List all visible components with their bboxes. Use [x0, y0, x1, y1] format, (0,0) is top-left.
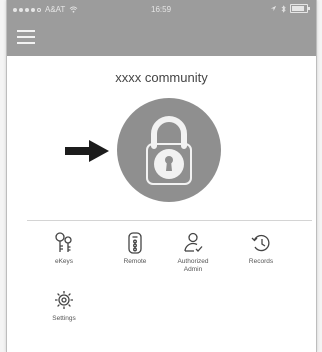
ekeys-label: eKeys: [54, 258, 74, 265]
phone-screen: A&AT 16:59 xxxx community eKeys Remote A…: [6, 0, 317, 352]
authorized-admin-icon: [184, 232, 203, 252]
hamburger-menu-icon[interactable]: [17, 30, 35, 46]
remote-label: Remote: [123, 258, 147, 265]
bluetooth-icon: [281, 4, 286, 13]
battery-icon: [290, 4, 310, 13]
settings-button[interactable]: Settings: [34, 288, 94, 323]
records-label: Records: [248, 258, 274, 265]
community-title: xxxx community: [115, 70, 208, 85]
authorized-admin-label: Authorized Admin: [177, 258, 209, 273]
status-time: 16:59: [151, 5, 172, 14]
status-right: [270, 4, 310, 13]
status-left: A&AT: [13, 5, 78, 14]
padlock-icon: [146, 116, 192, 185]
status-bar: A&AT 16:59: [7, 0, 316, 20]
carrier-name: A&AT: [45, 5, 66, 14]
signal-dots-icon: [13, 7, 41, 12]
location-icon: [270, 5, 277, 12]
records-icon: [251, 234, 270, 252]
authorized-admin-button[interactable]: Authorized Admin: [163, 231, 223, 274]
arrow-right-icon: [65, 140, 109, 162]
ekeys-button[interactable]: eKeys: [34, 231, 94, 266]
top-bar: A&AT 16:59: [7, 0, 316, 56]
divider: [27, 220, 312, 221]
remote-button[interactable]: Remote: [105, 231, 165, 266]
ekeys-icon: [55, 232, 72, 252]
settings-label: Settings: [52, 315, 76, 322]
remote-icon: [128, 232, 142, 254]
unlock-button[interactable]: [117, 98, 221, 202]
records-button[interactable]: Records: [231, 231, 291, 266]
wifi-icon: [70, 6, 78, 13]
settings-icon: [55, 291, 73, 309]
